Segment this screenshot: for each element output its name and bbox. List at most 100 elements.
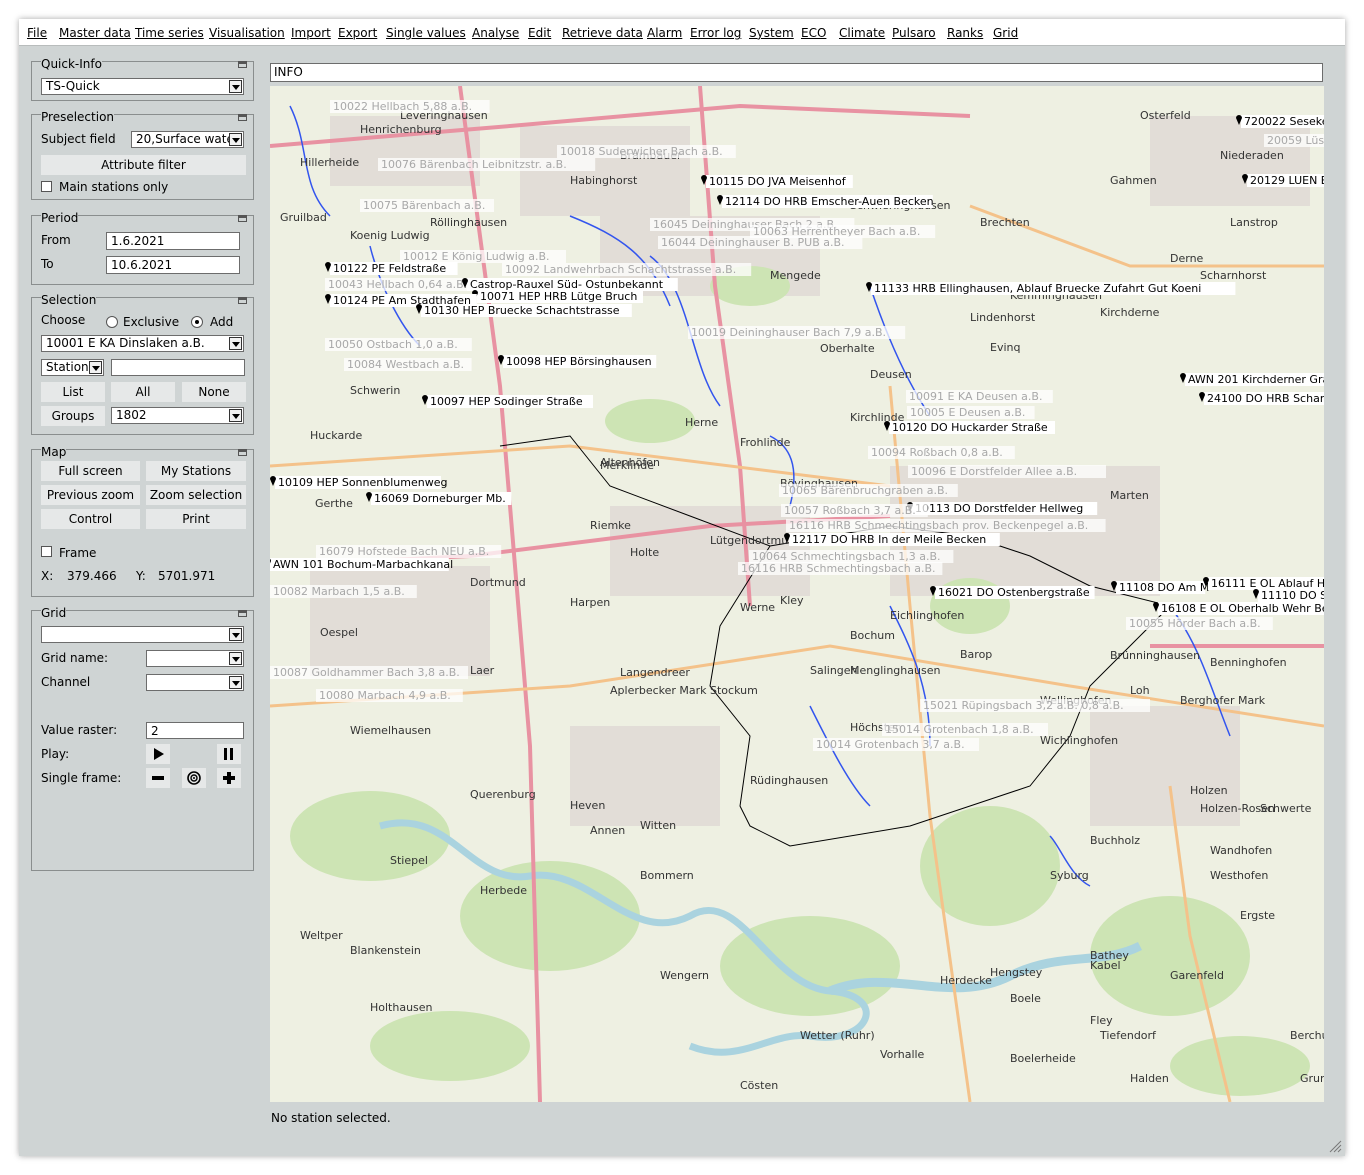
menu-ranks[interactable]: Ranks	[947, 26, 983, 40]
menu-climate[interactable]: Climate	[839, 26, 885, 40]
station-marker[interactable]: 16044 Deininghauser B. PUB a.B.	[658, 236, 863, 249]
station-label[interactable]: 20129 LUEN E	[1250, 174, 1324, 187]
station-label[interactable]: 11133 HRB Ellinghausen, Ablauf Bruecke Z…	[874, 282, 1201, 295]
list-button[interactable]: List	[41, 382, 105, 402]
station-search-input[interactable]	[111, 359, 245, 376]
pause-button[interactable]	[217, 744, 241, 764]
station-marker[interactable]: 10018 Suderwicher Bach a.B.	[557, 145, 736, 158]
none-button[interactable]: None	[182, 382, 246, 402]
station-marker[interactable]: 11133 HRB Ellinghausen, Ablauf Bruecke Z…	[866, 282, 1236, 295]
station-marker[interactable]: 10096 E Dorstfelder Allee a.B.	[908, 465, 1106, 478]
station-marker[interactable]: 11108 DO Am M	[1111, 581, 1209, 594]
grid-select[interactable]	[41, 626, 244, 643]
menu-eco[interactable]: ECO	[801, 26, 826, 40]
menu-alarm[interactable]: Alarm	[647, 26, 682, 40]
station-select[interactable]: 10001 E KA Dinslaken a.B.	[41, 335, 244, 352]
menu-single-values[interactable]: Single values	[386, 26, 466, 40]
station-marker[interactable]: 720022 Seseke	[1236, 115, 1324, 128]
station-label[interactable]: 24100 DO HRB Schar	[1207, 392, 1324, 405]
station-marker[interactable]: 16069 Dorneburger Mb.	[366, 492, 512, 505]
station-marker[interactable]: 16079 Hofstede Bach NEU a.B.	[316, 545, 502, 558]
my-stations-button[interactable]: My Stations	[146, 461, 246, 481]
station-marker[interactable]: 16116 HRB Schmechtingsbach prov. Beckenp…	[786, 519, 1106, 532]
all-button[interactable]: All	[111, 382, 175, 402]
previous-zoom-button[interactable]: Previous zoom	[41, 485, 140, 505]
station-label[interactable]: 20059 Lüs	[1267, 134, 1324, 147]
station-marker[interactable]: 20059 Lüs	[1264, 134, 1324, 147]
station-marker[interactable]: 10082 Marbach 1,5 a.B.	[270, 585, 417, 598]
station-label[interactable]: 12114 DO HRB Emscher-Auen Becken	[725, 195, 934, 208]
menu-analyse[interactable]: Analyse	[472, 26, 519, 40]
station-label[interactable]: 11108 DO Am M	[1119, 581, 1209, 594]
station-label[interactable]: 16044 Deininghauser B. PUB a.B.	[661, 236, 845, 249]
station-label[interactable]: 10097 HEP Sodinger Straße	[430, 395, 583, 408]
collapse-handle-icon[interactable]	[238, 610, 247, 617]
station-marker[interactable]: 10055 Hörder Bach a.B.	[1126, 617, 1273, 630]
station-label[interactable]: 10043 Hellbach 0,64 a.B.	[328, 278, 467, 291]
menu-error-log[interactable]: Error log	[690, 26, 741, 40]
menu-edit[interactable]: Edit	[528, 26, 551, 40]
resize-grip-icon[interactable]	[1328, 1139, 1342, 1153]
frame-checkbox[interactable]	[41, 546, 52, 557]
exclusive-radio[interactable]	[106, 316, 118, 328]
station-marker[interactable]: 10019 Deininghauser Bach 7,9 a.B.	[688, 326, 906, 339]
station-marker[interactable]: 20129 LUEN E	[1242, 174, 1324, 187]
station-marker[interactable]: 12114 DO HRB Emscher-Auen Becken	[717, 195, 934, 208]
station-label[interactable]: 10130 HEP Bruecke Schachtstrasse	[424, 304, 620, 317]
subject-field-select[interactable]: 20,Surface water	[131, 131, 244, 148]
station-label[interactable]: 10084 Westbach a.B.	[347, 358, 464, 371]
station-marker[interactable]: 10084 Westbach a.B.	[344, 358, 472, 371]
station-label[interactable]: 10065 Bärenbruchgraben a.B.	[782, 484, 948, 497]
station-marker[interactable]: 10113 DO Dorstfelder Hellweg	[907, 502, 1098, 515]
zoom-selection-button[interactable]: Zoom selection	[146, 485, 246, 505]
station-marker[interactable]: 10109 HEP Sonnenblumenweg	[270, 476, 447, 489]
from-date-input[interactable]: 1.6.2021	[106, 232, 240, 250]
station-marker[interactable]: 11110 DO S	[1253, 589, 1324, 602]
station-marker[interactable]: 10065 Bärenbruchgraben a.B.	[779, 484, 958, 497]
station-label[interactable]: 10115 DO JVA Meisenhof	[709, 175, 847, 188]
station-label[interactable]: 10113 DO Dorstfelder Hellweg	[915, 502, 1083, 515]
station-marker[interactable]: 10094 Roßbach 0,8 a.B.	[868, 446, 1015, 459]
station-label[interactable]: 10080 Marbach 4,9 a.B.	[319, 689, 451, 702]
station-marker[interactable]: 10014 Grotenbach 3,7 a.B.	[813, 738, 979, 751]
station-marker[interactable]: 10043 Hellbach 0,64 a.B.	[325, 278, 485, 291]
menu-system[interactable]: System	[749, 26, 794, 40]
groups-button[interactable]: Groups	[41, 406, 105, 426]
station-label[interactable]: 16108 E OL Oberhalb Wehr Be	[1161, 602, 1324, 615]
station-label[interactable]: 10120 DO Huckarder Straße	[892, 421, 1048, 434]
station-label[interactable]: 16079 Hofstede Bach NEU a.B.	[319, 545, 489, 558]
station-marker[interactable]: 10075 Bärenbach a.B.	[360, 199, 494, 212]
station-label[interactable]: 12117 DO HRB In der Meile Becken	[792, 533, 986, 546]
type-select[interactable]: Station	[41, 359, 104, 376]
station-label[interactable]: 10098 HEP Börsinghausen	[506, 355, 652, 368]
station-label[interactable]: 10122 PE Feldstraße	[333, 262, 446, 275]
station-label[interactable]: 10082 Marbach 1,5 a.B.	[273, 585, 405, 598]
station-label[interactable]: 10071 HEP HRB Lütge Bruch	[480, 290, 637, 303]
station-label[interactable]: 16116 HRB Schmechtingsbach a.B.	[741, 562, 936, 575]
station-label[interactable]: 10019 Deininghauser Bach 7,9 a.B.	[691, 326, 886, 339]
station-marker[interactable]: 10076 Bärenbach Leibnitzstr. a.B.	[378, 158, 596, 171]
map-view[interactable]: HenrichenburgLeveringhausenBrambauerOste…	[270, 86, 1324, 1102]
station-marker[interactable]: 10080 Marbach 4,9 a.B.	[316, 689, 463, 702]
station-label[interactable]: 10022 Hellbach 5,88 a.B.	[333, 100, 472, 113]
station-marker[interactable]: 10071 HEP HRB Lütge Bruch	[472, 290, 643, 303]
station-label[interactable]: 16116 HRB Schmechtingsbach prov. Beckenp…	[789, 519, 1088, 532]
station-label[interactable]: 10094 Roßbach 0,8 a.B.	[871, 446, 1003, 459]
station-label[interactable]: 10096 E Dorstfelder Allee a.B.	[911, 465, 1077, 478]
station-marker[interactable]: 15021 Rüpingsbach 3,2 a.B. 0,8 a.B.	[920, 699, 1150, 712]
grid-name-select[interactable]	[146, 650, 244, 667]
station-label[interactable]: 11110 DO S	[1261, 589, 1324, 602]
station-label[interactable]: 16069 Dorneburger Mb.	[374, 492, 506, 505]
collapse-handle-icon[interactable]	[238, 215, 247, 222]
menu-master-data[interactable]: Master data	[59, 26, 131, 40]
station-marker[interactable]: 10122 PE Feldstraße	[325, 262, 458, 275]
station-label[interactable]: 10050 Ostbach 1,0 a.B.	[328, 338, 458, 351]
station-label[interactable]: 10076 Bärenbach Leibnitzstr. a.B.	[381, 158, 567, 171]
station-marker[interactable]: 10097 HEP Sodinger Straße	[422, 395, 593, 408]
station-marker[interactable]: 10050 Ostbach 1,0 a.B.	[325, 338, 472, 351]
station-marker[interactable]: 24100 DO HRB Schar	[1199, 392, 1324, 405]
map-canvas[interactable]: HenrichenburgLeveringhausenBrambauerOste…	[270, 86, 1324, 1102]
station-label[interactable]: AWN 101 Bochum-Marbachkanal	[273, 558, 453, 571]
station-label[interactable]: 15014 Grotenbach 1,8 a.B.	[885, 723, 1034, 736]
station-marker[interactable]: AWN 201 Kirchderner Gra	[1180, 373, 1324, 386]
